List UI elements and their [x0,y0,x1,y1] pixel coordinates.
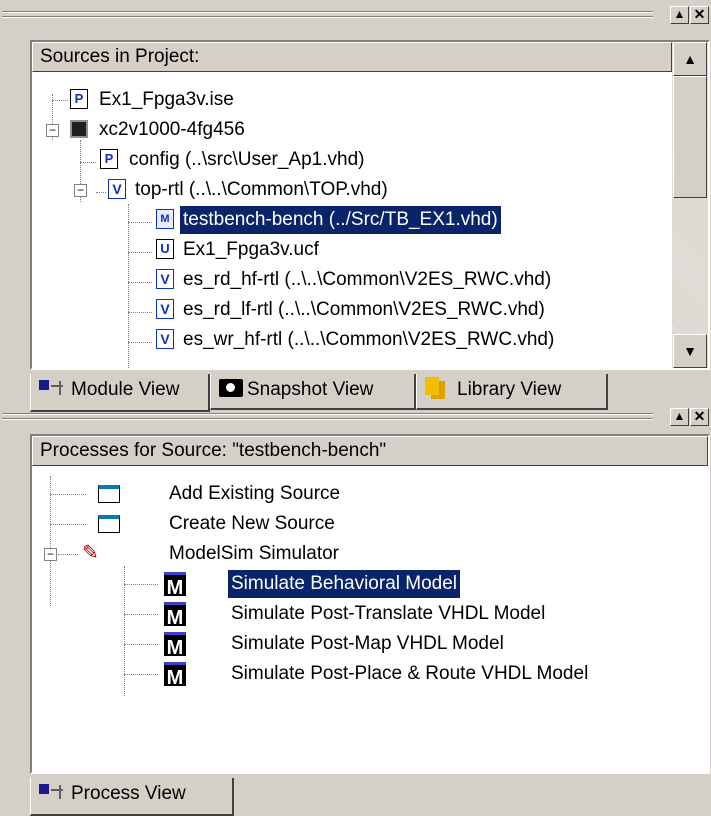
window-icon [98,515,120,533]
maximize-pane-button[interactable]: ▲ [670,6,689,24]
process-simulate-behavioral[interactable]: M Simulate Behavioral Model [32,569,708,599]
collapse-toggle[interactable]: − [44,548,57,561]
tree-item-es-rd-lf[interactable]: V es_rd_lf-rtl (..\..\Common\V2ES_RWC.vh… [32,296,672,324]
tree-item-label: es_wr_hf-rtl (..\..\Common\V2ES_RWC.vhd) [183,329,555,350]
tree-item-testbench[interactable]: M testbench-bench (../Src/TB_EX1.vhd) [32,205,672,235]
vhdl-file-icon: V [108,179,126,199]
tree-item-label: top-rtl (..\..\Common\TOP.vhd) [135,179,388,200]
tree-item-ucf[interactable]: U Ex1_Fpga3v.ucf [32,236,672,264]
collapse-toggle[interactable]: − [46,124,59,137]
process-label: ModelSim Simulator [169,543,339,564]
process-label-selected: Simulate Behavioral Model [226,569,462,599]
grip-line [2,16,653,18]
tree-item-top[interactable]: − V top-rtl (..\..\Common\TOP.vhd) [32,176,672,204]
processes-tree-panel: Processes for Source: "testbench-bench" … [30,434,710,774]
tab-label: Library View [457,379,562,400]
grip-line [2,11,653,13]
tab-label: Snapshot View [247,379,374,400]
close-pane-button[interactable]: ✕ [690,6,709,24]
library-books-icon [425,376,453,399]
snapshot-camera-icon [219,378,243,397]
scroll-down-button[interactable]: ▼ [673,334,707,368]
tree-item-config[interactable]: P config (..\src\User_Ap1.vhd) [32,146,672,174]
process-simulate-post-place-route[interactable]: M Simulate Post-Place & Route VHDL Model [32,660,708,689]
tree-item-label: es_rd_lf-rtl (..\..\Common\V2ES_RWC.vhd) [183,299,545,320]
tree-item-label: config (..\src\User_Ap1.vhd) [129,149,365,170]
pane-title-grip[interactable]: ▲ ✕ [0,402,711,432]
sources-header: Sources in Project: [32,42,672,72]
sources-tree-panel: Sources in Project: ▲ ▼ P Ex1_Fpga3v.ise… [30,40,710,370]
sources-scrollbar[interactable]: ▲ ▼ [672,42,708,368]
grip-line [2,418,653,420]
process-add-existing-source[interactable]: Add Existing Source [32,480,708,508]
processes-pane: ▲ ✕ Processes for Source: "testbench-ben… [0,402,711,816]
process-label: Add Existing Source [169,483,341,504]
scroll-up-button[interactable]: ▲ [673,42,707,76]
vhdl-file-icon: V [156,299,174,319]
collapse-toggle[interactable]: − [74,184,87,197]
tree-item-label-selected: testbench-bench (../Src/TB_EX1.vhd) [179,205,502,235]
tree-item-device[interactable]: − xc2v1000-4fg456 [32,116,672,144]
package-file-icon: P [100,149,118,169]
pane-title-grip[interactable]: ▲ ✕ [0,0,711,30]
module-view-icon [39,780,67,803]
close-pane-button[interactable]: ✕ [690,408,709,426]
tab-process-view[interactable]: Process View [30,778,234,816]
maximize-pane-button[interactable]: ▲ [670,408,689,426]
tree-item-label: Ex1_Fpga3v.ise [99,89,234,110]
tree-item-label: Ex1_Fpga3v.ucf [183,239,319,260]
vhdl-file-icon: V [156,269,174,289]
process-modelsim-simulator[interactable]: − ✎ ModelSim Simulator [32,540,708,568]
tab-label: Process View [71,783,186,804]
process-simulate-post-translate[interactable]: M Simulate Post-Translate VHDL Model [32,600,708,629]
vhdl-file-icon: V [156,329,174,349]
modelsim-icon: ✎ [82,542,99,564]
modelsim-m-icon: M [164,572,186,599]
tree-item-es-wr-hf[interactable]: V es_wr_hf-rtl (..\..\Common\V2ES_RWC.vh… [32,326,672,354]
tree-item-project[interactable]: P Ex1_Fpga3v.ise [32,86,672,114]
process-label: Create New Source [169,513,335,534]
modelsim-m-icon: M [164,602,186,629]
tree-item-label: xc2v1000-4fg456 [99,119,245,140]
tree-item-label: es_rd_hf-rtl (..\..\Common\V2ES_RWC.vhd) [183,269,552,290]
grip-line [2,413,653,415]
process-label: Simulate Post-Map VHDL Model [231,633,504,654]
process-simulate-post-map[interactable]: M Simulate Post-Map VHDL Model [32,630,708,659]
process-label: Simulate Post-Place & Route VHDL Model [231,663,589,684]
process-label: Simulate Post-Translate VHDL Model [231,603,546,624]
modelsim-m-icon: M [164,632,186,659]
project-file-icon: P [70,89,88,109]
window-icon [98,485,120,503]
sources-pane: ▲ ✕ Sources in Project: ▲ ▼ P Ex1_Fpga3v… [0,0,711,412]
chip-icon [70,120,88,138]
module-view-icon [39,376,67,399]
tab-label: Module View [71,379,180,400]
ucf-file-icon: U [156,239,174,259]
scroll-thumb[interactable] [673,76,707,198]
testbench-file-icon: M [156,209,174,229]
modelsim-m-icon: M [164,662,186,689]
tree-item-es-rd-hf[interactable]: V es_rd_hf-rtl (..\..\Common\V2ES_RWC.vh… [32,266,672,294]
process-create-new-source[interactable]: Create New Source [32,510,708,538]
processes-header: Processes for Source: "testbench-bench" [32,436,708,466]
